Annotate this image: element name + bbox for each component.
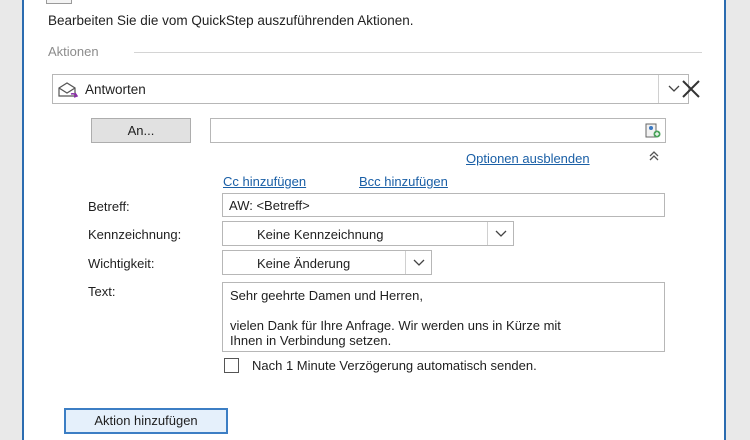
add-bcc-link[interactable]: Bcc hinzufügen <box>359 174 448 189</box>
body-text-line: Ihnen in Verbindung setzen. <box>230 333 392 348</box>
to-button[interactable]: An... <box>91 118 191 143</box>
delay-send-checkbox[interactable] <box>224 358 239 373</box>
quickstep-dialog: Bearbeiten Sie die vom QuickStep auszufü… <box>22 0 726 440</box>
action-type-value: Antworten <box>85 82 146 97</box>
body-text-line: vielen Dank für Ihre Anfrage. Wir werden… <box>230 318 561 333</box>
top-button-stub <box>46 0 72 4</box>
subject-input[interactable]: AW: <Betreff> <box>222 193 665 217</box>
subject-label: Betreff: <box>88 199 130 214</box>
action-type-select[interactable]: Antworten <box>52 74 689 104</box>
importance-select[interactable]: Keine Änderung <box>222 250 432 275</box>
body-text-line: Sehr geehrte Damen und Herren, <box>230 288 423 303</box>
add-cc-link[interactable]: Cc hinzufügen <box>223 174 306 189</box>
flag-label: Kennzeichnung: <box>88 227 182 242</box>
add-action-button[interactable]: Aktion hinzufügen <box>64 408 228 434</box>
remove-action-close-icon[interactable] <box>676 74 706 104</box>
reply-envelope-icon <box>57 81 79 102</box>
address-book-icon[interactable] <box>644 122 662 143</box>
body-text-label: Text: <box>88 284 116 299</box>
flag-select-value: Keine Kennzeichnung <box>257 227 384 242</box>
section-divider <box>134 52 702 53</box>
delay-send-label[interactable]: Nach 1 Minute Verzögerung automatisch se… <box>252 358 537 373</box>
importance-select-value: Keine Änderung <box>257 256 351 271</box>
flag-select[interactable]: Keine Kennzeichnung <box>222 221 514 246</box>
body-text-area[interactable]: Sehr geehrte Damen und Herren, vielen Da… <box>222 282 665 352</box>
chevron-down-icon[interactable] <box>487 222 513 245</box>
to-input[interactable] <box>210 118 666 143</box>
double-chevron-up-icon[interactable] <box>648 150 660 165</box>
section-label-aktionen: Aktionen <box>48 44 99 59</box>
body-text-blank-line <box>230 303 657 318</box>
instruction-text: Bearbeiten Sie die vom QuickStep auszufü… <box>48 13 414 28</box>
hide-options-link[interactable]: Optionen ausblenden <box>466 151 590 166</box>
chevron-down-icon[interactable] <box>405 251 431 274</box>
importance-label: Wichtigkeit: <box>88 256 155 271</box>
